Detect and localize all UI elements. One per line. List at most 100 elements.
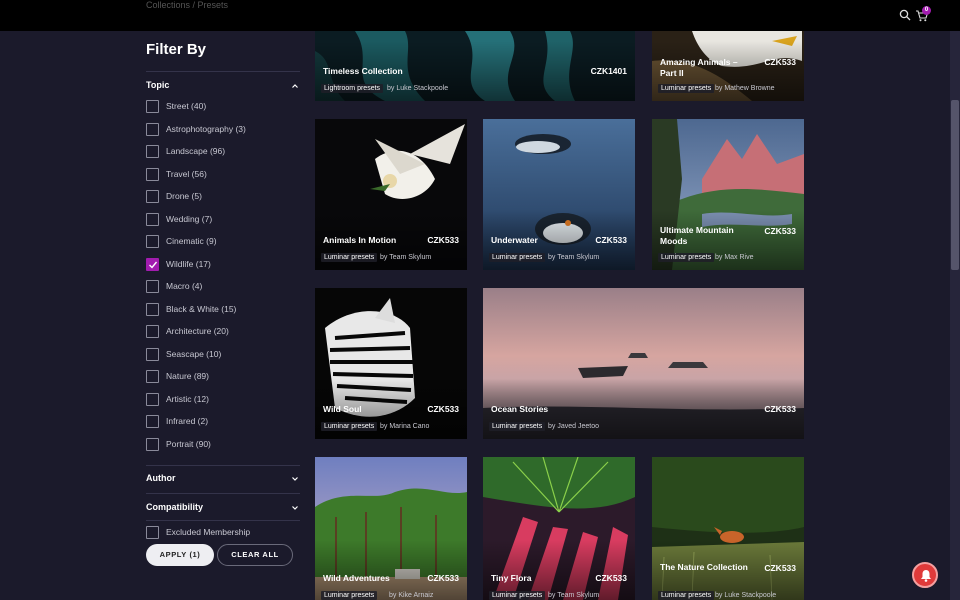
topic-option-label: Drone (5) xyxy=(166,191,202,201)
product-code: CZK533 xyxy=(764,563,796,573)
product-code: CZK533 xyxy=(427,404,459,414)
topic-option[interactable]: Cinematic (9) xyxy=(146,235,300,249)
product-card[interactable]: Timeless Collection CZK1401 Lightroom pr… xyxy=(315,31,635,101)
checkbox[interactable] xyxy=(146,437,159,451)
topic-option[interactable]: Wedding (7) xyxy=(146,212,300,227)
topic-section-toggle[interactable]: Topic xyxy=(146,80,300,96)
topic-option-label: Macro (4) xyxy=(166,281,203,291)
topic-option-label: Landscape (96) xyxy=(166,146,226,156)
checkbox[interactable] xyxy=(146,122,159,136)
compatibility-section-toggle[interactable]: Compatibility xyxy=(146,502,300,518)
product-title: Timeless Collection xyxy=(323,66,403,76)
checkbox[interactable] xyxy=(146,370,159,383)
product-type-tag: Luminar presets xyxy=(489,591,546,600)
filter-title: Filter By xyxy=(146,41,207,58)
checkbox[interactable] xyxy=(146,302,159,316)
topic-option[interactable]: Nature (89) xyxy=(146,370,300,384)
checkbox[interactable] xyxy=(146,100,159,113)
topic-option[interactable]: Portrait (90) xyxy=(146,437,300,452)
product-author: by Mathew Browne xyxy=(715,85,775,92)
topic-option-label: Nature (89) xyxy=(166,371,209,381)
topic-option[interactable]: Landscape (96) xyxy=(146,145,300,159)
filter-sidebar: Filter By Topic Street (40) Astrophotogra… xyxy=(146,31,300,600)
product-card[interactable]: Animals In Motion CZK533 Luminar presets… xyxy=(315,119,467,270)
search-icon[interactable] xyxy=(899,9,911,21)
checkbox[interactable] xyxy=(146,145,159,158)
notifications-button[interactable] xyxy=(912,562,938,588)
product-author: by Kike Arnaiz xyxy=(389,592,434,599)
topic-option[interactable]: Artistic (12) xyxy=(146,392,300,407)
topic-option[interactable]: Wildlife (17) xyxy=(146,257,300,272)
product-author: by Marina Cano xyxy=(380,423,430,430)
topic-option-label: Portrait (90) xyxy=(166,438,211,449)
topic-option-label: Architecture (20) xyxy=(166,326,229,336)
product-type-tag: Luminar presets xyxy=(489,422,546,431)
topic-option[interactable]: Macro (4) xyxy=(146,280,300,294)
divider xyxy=(146,493,300,494)
topic-option[interactable]: Black & White (15) xyxy=(146,302,300,317)
checkbox[interactable] xyxy=(146,325,159,338)
product-card[interactable]: Wild Soul CZK533 Luminar presets by Mari… xyxy=(315,288,467,439)
product-title: Ultimate Mountain Moods xyxy=(660,225,734,246)
product-card[interactable]: Ultimate Mountain Moods CZK533 Luminar p… xyxy=(652,119,804,270)
checkbox[interactable] xyxy=(146,257,159,271)
topic-option[interactable]: Architecture (20) xyxy=(146,325,300,339)
topic-option[interactable]: Seascape (10) xyxy=(146,347,300,362)
checkbox[interactable] xyxy=(146,212,159,226)
topic-option[interactable]: Astrophotography (3) xyxy=(146,122,300,137)
product-type-tag: Luminar presets xyxy=(321,422,378,431)
product-card[interactable]: The Nature Collection CZK533 Luminar pre… xyxy=(652,457,804,600)
breadcrumb[interactable]: Collections / Presets xyxy=(146,0,228,10)
divider xyxy=(146,71,300,72)
topic-option-label: Wedding (7) xyxy=(166,213,213,224)
topic-option[interactable]: Drone (5) xyxy=(146,190,300,204)
checkbox[interactable] xyxy=(146,415,159,428)
product-code: CZK533 xyxy=(764,404,796,414)
topic-option-label: Infrared (2) xyxy=(166,416,209,426)
checkbox[interactable] xyxy=(146,392,159,406)
product-type-tag: Luminar presets xyxy=(658,591,715,600)
topic-option-label: Artistic (12) xyxy=(166,393,209,404)
checkbox[interactable] xyxy=(146,526,159,539)
compatibility-section-label: Compatibility xyxy=(146,502,204,512)
product-type-tag: Luminar presets xyxy=(658,253,715,262)
checkbox[interactable] xyxy=(146,347,159,361)
author-section-toggle[interactable]: Author xyxy=(146,473,300,489)
product-type-tag: Luminar presets xyxy=(321,591,378,600)
product-card[interactable]: Ocean Stories CZK533 Luminar presets by … xyxy=(483,288,804,439)
product-code: CZK533 xyxy=(764,226,796,236)
product-title: Wild Soul xyxy=(323,404,362,414)
product-author: by Team Skylum xyxy=(548,254,600,261)
product-title: Wild Adventures xyxy=(323,573,390,583)
topic-option[interactable]: Travel (56) xyxy=(146,167,300,182)
checkbox[interactable] xyxy=(146,167,159,181)
product-card[interactable]: Underwater CZK533 Luminar presets by Tea… xyxy=(483,119,635,270)
product-card[interactable]: Amazing Animals – Part II CZK533 Luminar… xyxy=(652,31,804,101)
apply-button[interactable]: APPLY (1) xyxy=(146,544,214,566)
product-author: by Luke Stackpoole xyxy=(715,592,777,599)
product-title: Tiny Flora xyxy=(491,573,532,583)
product-card[interactable]: Wild Adventures CZK533 Luminar presets b… xyxy=(315,457,467,600)
topic-option[interactable]: Street (40) xyxy=(146,100,300,114)
chevron-down-icon xyxy=(292,506,298,510)
topic-option[interactable]: Infrared (2) xyxy=(146,415,300,429)
checkbox[interactable] xyxy=(146,235,159,248)
checkbox[interactable] xyxy=(146,280,159,293)
product-type-tag: Lightroom presets xyxy=(321,84,384,93)
product-author: by Luke Stackpoole xyxy=(387,85,449,92)
topic-option-label: Cinematic (9) xyxy=(166,236,217,246)
checkbox[interactable] xyxy=(146,190,159,203)
excluded-membership-checkbox[interactable]: Excluded Membership xyxy=(146,526,300,540)
product-card[interactable]: Tiny Flora CZK533 Luminar presets by Tea… xyxy=(483,457,635,600)
chevron-up-icon xyxy=(292,84,298,88)
product-type-tag: Luminar presets xyxy=(489,253,546,262)
topic-option-label: Travel (56) xyxy=(166,168,207,179)
product-author: by Team Skylum xyxy=(548,592,600,599)
topic-section-label: Topic xyxy=(146,80,170,90)
clear-all-button[interactable]: CLEAR ALL xyxy=(217,544,293,566)
topic-option-label: Astrophotography (3) xyxy=(166,123,246,134)
product-code: CZK533 xyxy=(595,573,627,583)
topic-option-label: Black & White (15) xyxy=(166,303,237,314)
scrollbar-thumb[interactable] xyxy=(951,100,959,270)
product-code: CZK533 xyxy=(595,235,627,245)
